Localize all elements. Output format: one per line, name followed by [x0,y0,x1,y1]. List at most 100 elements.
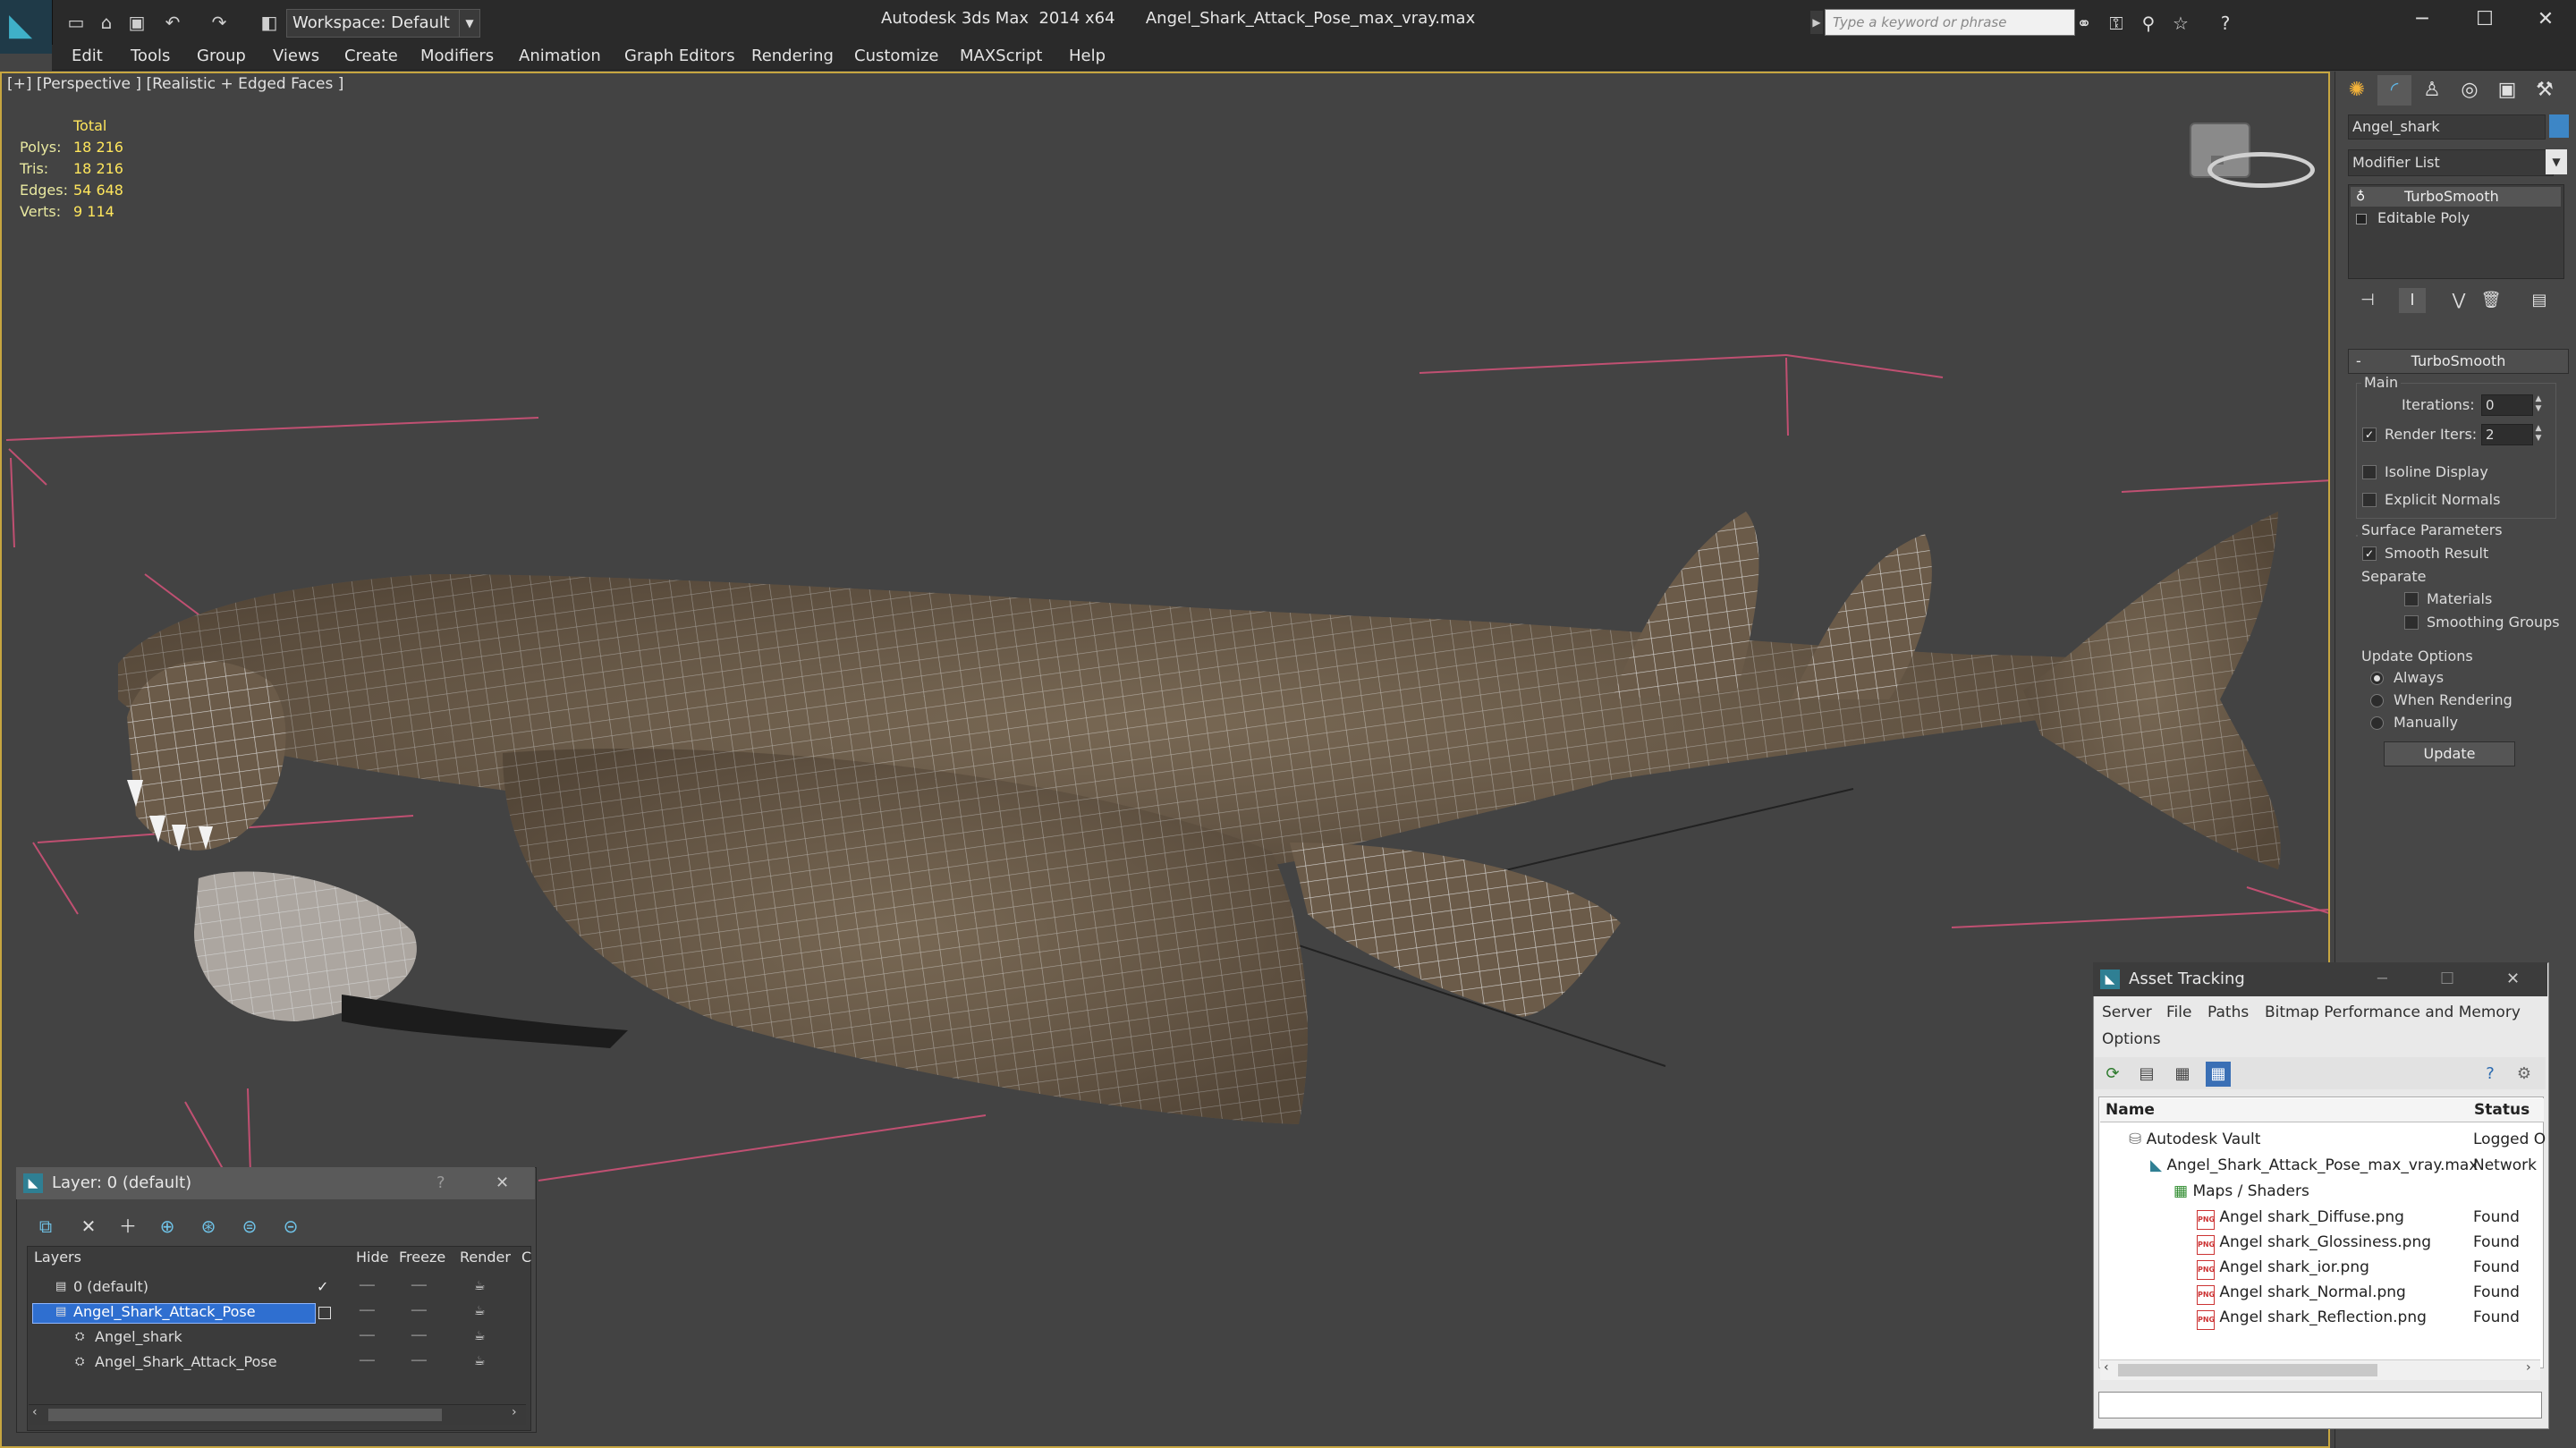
menu-animation[interactable]: Animation [519,47,601,65]
asset-row-scene-file[interactable]: ◣ Angel_Shark_Attack_Pose_max_vray.max [2150,1153,2478,1178]
always-radio[interactable] [2370,672,2384,685]
make-unique-icon[interactable]: ⋁ [2445,288,2472,313]
create-layer-icon[interactable]: ⧉ [32,1214,59,1239]
settings-icon[interactable]: ⚙ [2512,1062,2537,1087]
collapse-icon[interactable] [2356,214,2367,224]
configure-modifier-sets-icon[interactable]: ▤ [2526,288,2553,313]
network-icon[interactable]: ⚲ [2136,11,2161,36]
current-layer-box[interactable] [318,1307,331,1319]
chevron-down-icon[interactable]: ▼ [459,9,480,38]
render-teapot-icon[interactable]: ☕ [474,1350,486,1374]
help-icon[interactable]: ? [2213,11,2238,36]
asset-row-texture[interactable]: PNG Angel shark_Diffuse.png [2197,1205,2404,1230]
menu-maxscript[interactable]: MAXScript [960,47,1042,65]
asset-row-vault[interactable]: ⛁ Autodesk Vault [2129,1127,2260,1152]
freeze-toggle[interactable]: ── [411,1274,427,1299]
render-teapot-icon[interactable]: ☕ [474,1300,486,1324]
modifier-list-dropdown[interactable]: Modifier List [2348,149,2554,176]
create-tab-icon[interactable]: ✺ [2340,75,2374,106]
asset-tracking-titlebar[interactable]: ◣ Asset Tracking ─ ☐ ✕ [2093,962,2547,996]
maximize-icon[interactable]: ☐ [2454,0,2515,39]
layer-row[interactable]: ⛭ Angel_Shark_Attack_Pose ── ── ☕ [29,1350,525,1374]
column-header-hide[interactable]: Hide [356,1249,388,1266]
menu-graph-editors[interactable]: Graph Editors [624,47,735,65]
manually-radio[interactable] [2370,716,2384,730]
layer-row[interactable]: ▤ Angel_Shark_Attack_Pose ── ── ☕ [29,1300,525,1324]
maximize-icon[interactable]: ☐ [2440,962,2454,996]
asset-row-texture[interactable]: PNG Angel shark_Glossiness.png [2197,1230,2431,1255]
hide-toggle[interactable]: ── [360,1350,375,1374]
remove-modifier-icon[interactable]: 🗑 [2478,288,2504,313]
render-teapot-icon[interactable]: ☕ [474,1274,486,1299]
scrollbar-thumb[interactable] [48,1409,442,1421]
chevron-down-icon[interactable]: ▼ [2546,149,2567,174]
menu-edit[interactable]: Edit [72,47,103,65]
utilities-tab-icon[interactable]: ⚒ [2528,75,2562,106]
smoothing-groups-checkbox[interactable] [2404,615,2419,630]
highlight-layer-icon[interactable]: ⊛ [195,1214,222,1239]
asset-row-texture[interactable]: PNG Angel shark_Normal.png [2197,1280,2406,1305]
isoline-display-checkbox[interactable] [2362,465,2377,479]
help-icon[interactable]: ? [2478,1062,2503,1087]
current-layer-check-icon[interactable]: ✓ [317,1274,328,1299]
column-header-layers[interactable]: Layers [34,1249,81,1266]
close-icon[interactable]: ✕ [496,1167,509,1199]
asset-row-texture[interactable]: PNG Angel shark_ior.png [2197,1255,2369,1280]
minimize-icon[interactable]: ─ [2377,962,2387,996]
menu-create[interactable]: Create [344,47,398,65]
key-icon[interactable]: ⚿ [2104,11,2129,36]
column-header-color[interactable]: C [521,1249,531,1266]
render-teapot-icon[interactable]: ☕ [474,1325,486,1349]
menu-views[interactable]: Views [273,47,319,65]
menu-rendering[interactable]: Rendering [751,47,834,65]
scroll-right-icon[interactable]: › [512,1405,517,1419]
turbosmooth-rollout-header[interactable]: - TurboSmooth [2348,349,2569,374]
close-icon[interactable]: ✕ [2506,962,2520,996]
help-icon[interactable]: ? [436,1167,445,1199]
select-layer-objects-icon[interactable]: ⊕ [154,1214,181,1239]
open-file-icon[interactable]: ⌂ [95,11,118,34]
table-view-icon[interactable]: ▦ [2206,1062,2231,1087]
materials-checkbox[interactable] [2404,592,2419,606]
spinner-arrows-icon[interactable]: ▲ ▼ [2533,424,2544,444]
lightbulb-icon[interactable]: ♁ [2356,187,2365,207]
column-header-freeze[interactable]: Freeze [399,1249,445,1266]
stack-item-turbosmooth[interactable]: ♁ TurboSmooth [2351,187,2561,207]
tree-view-icon[interactable]: ▦ [2170,1062,2195,1087]
app-logo-button[interactable]: ◣ [0,0,53,54]
favorites-star-icon[interactable]: ☆ [2168,11,2193,36]
search-expand-icon[interactable]: ▶ [1810,11,1823,34]
menu-customize[interactable]: Customize [854,47,938,65]
display-tab-icon[interactable]: ▣ [2490,75,2524,106]
hide-toggle[interactable]: ── [360,1300,375,1324]
asset-menu-options[interactable]: Options [2102,1030,2161,1048]
view-cube-ring[interactable] [2207,152,2315,188]
update-button[interactable]: Update [2384,741,2515,766]
stack-item-editable-poly[interactable]: Editable Poly [2351,208,2561,228]
scroll-left-icon[interactable]: ‹ [32,1405,38,1419]
refresh-icon[interactable]: ⟳ [2100,1062,2125,1087]
layer-dialog-titlebar[interactable]: ◣ Layer: 0 (default) ? ✕ [16,1167,535,1199]
smooth-result-checkbox[interactable]: ✓ [2362,546,2377,561]
modify-tab-icon[interactable]: ◜ [2377,75,2411,106]
asset-row-maps-shaders[interactable]: ▦ Maps / Shaders [2174,1179,2309,1204]
close-icon[interactable]: ✕ [2515,0,2576,39]
when-rendering-radio[interactable] [2370,694,2384,707]
object-color-swatch[interactable] [2549,114,2569,138]
column-header-render[interactable]: Render [460,1249,511,1266]
hide-toggle[interactable]: ── [360,1274,375,1299]
freeze-toggle[interactable]: ── [411,1300,427,1324]
save-icon[interactable]: ▣ [125,11,148,34]
spinner-arrows-icon[interactable]: ▲ ▼ [2533,394,2544,414]
menu-help[interactable]: Help [1069,47,1106,65]
asset-row-texture[interactable]: PNG Angel shark_Reflection.png [2197,1305,2427,1330]
asset-menu-paths[interactable]: Paths [2207,1003,2249,1021]
layer-row[interactable]: ▤ 0 (default) ✓ ── ── ☕ [29,1274,525,1299]
column-header-status[interactable]: Status [2470,1098,2544,1122]
object-name-field[interactable]: Angel_shark [2348,114,2546,140]
hide-all-layers-icon[interactable]: ⊜ [236,1214,263,1239]
minimize-icon[interactable]: ─ [2392,0,2453,39]
new-file-icon[interactable]: ▭ [64,11,88,34]
scroll-left-icon[interactable]: ‹ [2104,1360,2109,1375]
asset-horizontal-scrollbar[interactable]: ‹ › [2100,1359,2540,1380]
